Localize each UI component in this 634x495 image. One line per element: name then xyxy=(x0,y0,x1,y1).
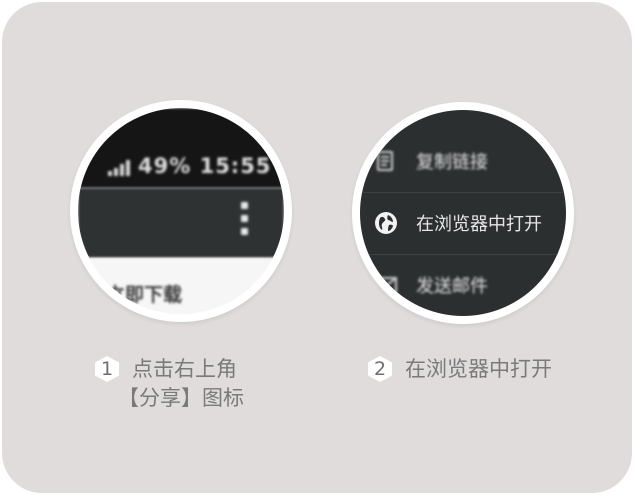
menu-item-label: 发送邮件 xyxy=(416,276,488,297)
app-toolbar xyxy=(78,188,284,258)
step-number-badge: 2 xyxy=(367,355,393,383)
copy-icon xyxy=(377,151,393,171)
step-text-line1: 在浏览器中打开 xyxy=(405,357,552,381)
menu-item-label: 在浏览器中打开 xyxy=(416,214,542,235)
more-options-icon[interactable] xyxy=(239,202,249,242)
step-2-caption: 2 在浏览器中打开 xyxy=(367,355,552,384)
menu-item-send-email[interactable]: 发送邮件 xyxy=(360,254,566,316)
download-text: 立即下载 xyxy=(106,284,183,306)
menu-item-open-in-browser[interactable]: 在浏览器中打开 xyxy=(360,192,566,254)
step-number: 2 xyxy=(373,358,387,380)
step-text: 点击右上角 【分享】图标 xyxy=(118,355,244,413)
step-number: 1 xyxy=(100,358,114,380)
menu-item-label: 复制链接 xyxy=(416,152,488,173)
signal-icon xyxy=(108,160,130,176)
status-bar: 49% 15:55 xyxy=(78,108,284,188)
mail-icon xyxy=(375,277,397,293)
step-number-badge: 1 xyxy=(94,355,120,383)
step-text-line2: 【分享】图标 xyxy=(118,386,244,410)
page-content: 立即下载 xyxy=(78,258,284,314)
zoom-circle-share-menu: 复制链接 在浏览器中打开 发送邮件 xyxy=(352,102,574,324)
zoom-circle-phone-toolbar: 49% 15:55 立即下载 xyxy=(70,100,292,322)
step-1-caption: 1 点击右上角 【分享】图标 xyxy=(94,355,244,413)
menu-item-copy-link[interactable]: 复制链接 xyxy=(360,130,566,192)
zoom-circle-content: 49% 15:55 立即下载 xyxy=(78,108,284,314)
globe-icon xyxy=(375,212,397,234)
step-text: 在浏览器中打开 xyxy=(405,355,552,384)
instruction-card: 49% 15:55 立即下载 复制链接 在浏览器中打开 发送邮件 1 点击右上角… xyxy=(2,2,632,493)
status-text: 49% 15:55 xyxy=(138,154,272,178)
share-menu: 复制链接 在浏览器中打开 发送邮件 xyxy=(360,110,566,316)
step-text-line1: 点击右上角 xyxy=(132,357,237,381)
